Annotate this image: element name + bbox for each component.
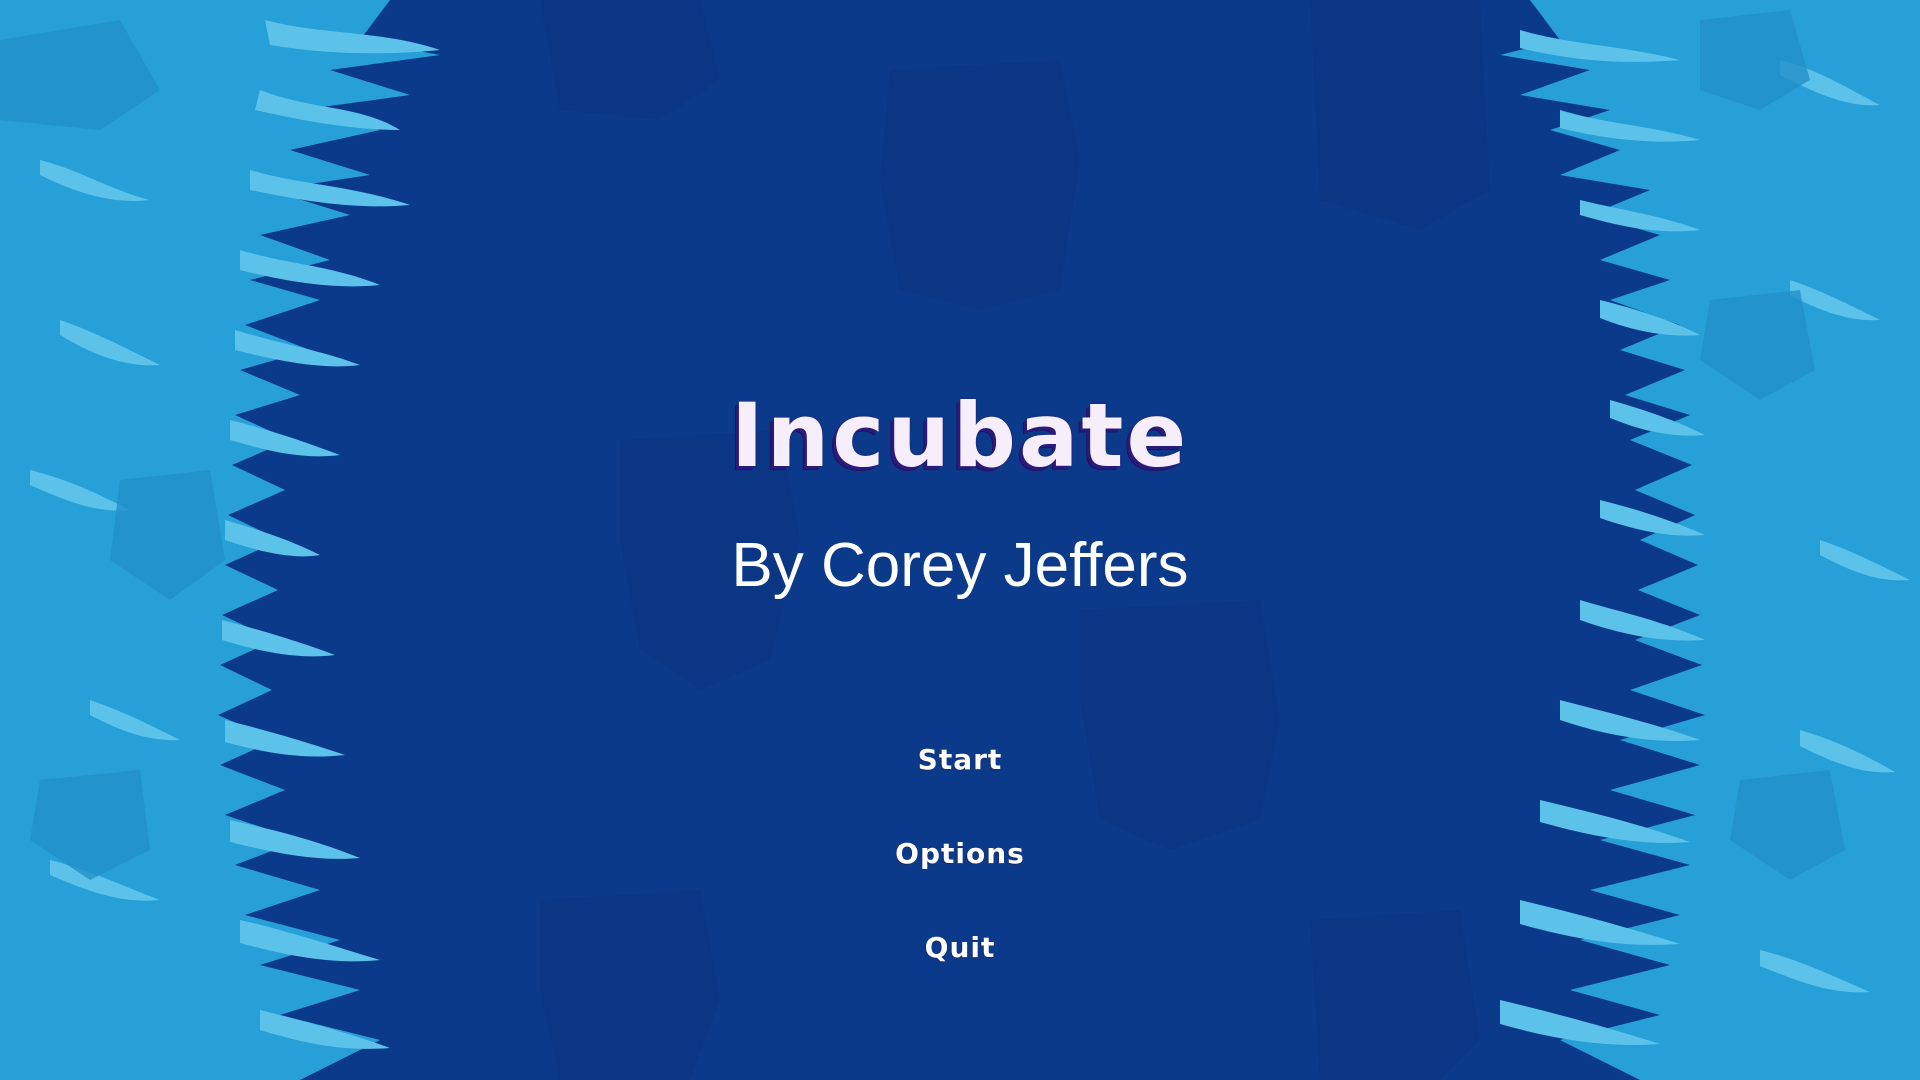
start-button[interactable]: Start	[902, 740, 1019, 780]
author-credit: By Corey Jeffers	[731, 531, 1189, 600]
quit-button[interactable]: Quit	[909, 928, 1012, 968]
main-menu-screen: Incubate By Corey Jeffers Start Options …	[0, 0, 1920, 1080]
game-title: Incubate	[730, 384, 1190, 487]
main-menu: Start Options Quit	[0, 740, 1920, 1022]
options-button[interactable]: Options	[879, 834, 1041, 874]
